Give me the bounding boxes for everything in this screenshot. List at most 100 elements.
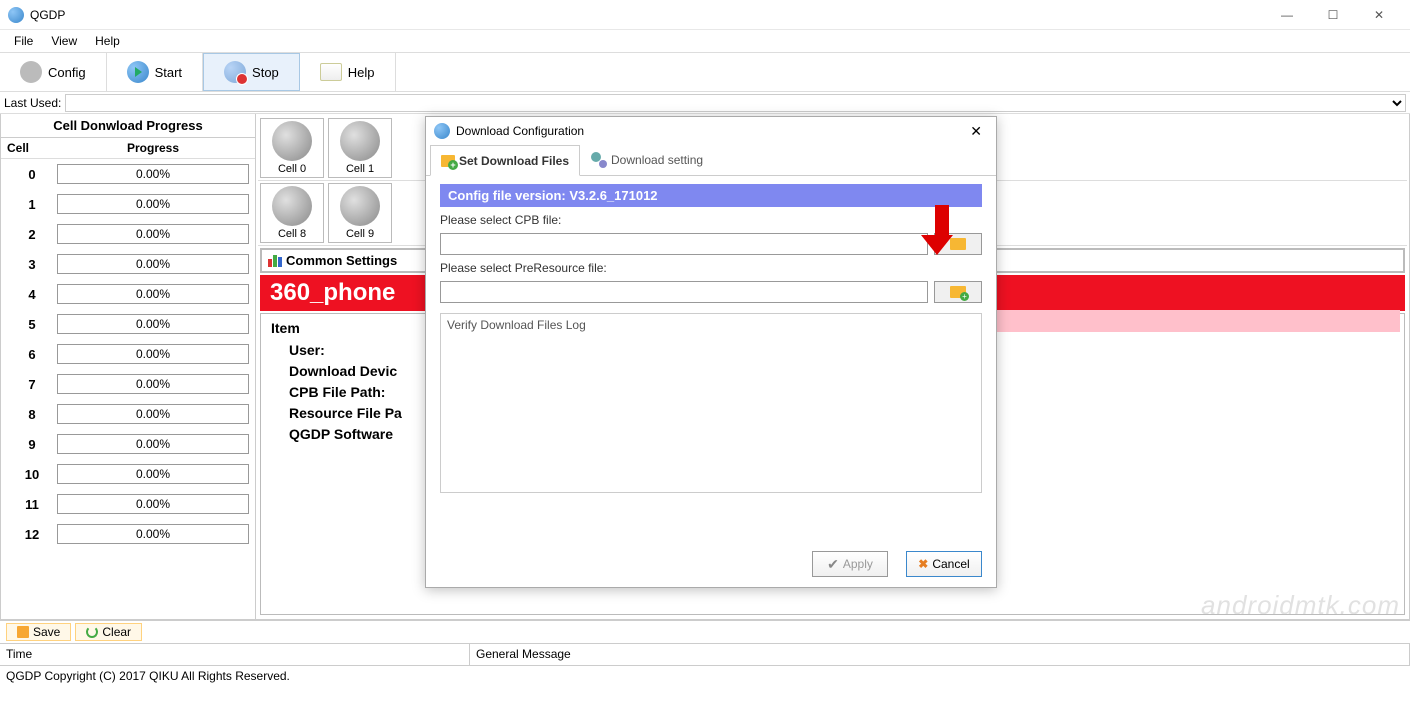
x-icon: ✖ — [918, 557, 928, 571]
progress-value: 0.00% — [57, 284, 249, 304]
save-button[interactable]: Save — [6, 623, 71, 641]
config-label: Config — [48, 65, 86, 80]
start-button[interactable]: Start — [107, 53, 203, 91]
cell-label: Cell 9 — [329, 228, 391, 240]
apply-button[interactable]: ✔ Apply — [812, 551, 888, 577]
dialog-icon — [434, 123, 450, 139]
cell-box[interactable]: Cell 9 — [328, 183, 392, 243]
cell-number: 3 — [7, 257, 57, 272]
cell-number: 4 — [7, 287, 57, 302]
left-panel-header: Cell Progress — [1, 138, 255, 159]
progress-value: 0.00% — [57, 524, 249, 544]
menu-file[interactable]: File — [6, 32, 41, 50]
stop-label: Stop — [252, 65, 279, 80]
globe-icon — [340, 186, 380, 226]
cpb-file-input[interactable] — [440, 233, 928, 255]
preresource-browse-button[interactable] — [934, 281, 982, 303]
book-icon — [320, 63, 342, 81]
annotation-arrow — [930, 205, 953, 255]
tab-download-setting[interactable]: Download setting — [580, 145, 714, 175]
cell-number: 6 — [7, 347, 57, 362]
cell-number: 9 — [7, 437, 57, 452]
col-message: General Message — [470, 644, 1410, 665]
stop-button[interactable]: Stop — [203, 53, 300, 91]
clear-label: Clear — [102, 625, 131, 639]
dialog-close-button[interactable]: ✕ — [964, 121, 988, 142]
progress-row: 100.00% — [1, 459, 255, 489]
cell-label: Cell 8 — [261, 228, 323, 240]
left-panel-title: Cell Donwload Progress — [1, 114, 255, 138]
menu-help[interactable]: Help — [87, 32, 128, 50]
refresh-icon — [86, 626, 98, 638]
folder-plus-icon — [441, 155, 455, 167]
header-progress: Progress — [51, 138, 255, 158]
cell-number: 2 — [7, 227, 57, 242]
cell-number: 1 — [7, 197, 57, 212]
last-used-select[interactable] — [65, 94, 1406, 112]
gears-icon — [591, 152, 607, 168]
cell-box[interactable]: Cell 0 — [260, 118, 324, 178]
clear-button[interactable]: Clear — [75, 623, 142, 641]
bottom-table-header: Time General Message — [0, 644, 1410, 666]
cancel-label: Cancel — [932, 557, 969, 571]
preresource-file-input[interactable] — [440, 281, 928, 303]
common-settings-label: Common Settings — [286, 253, 397, 268]
left-panel: Cell Donwload Progress Cell Progress 00.… — [0, 114, 256, 620]
toolbar: Config Start Stop Help — [0, 52, 1410, 92]
start-label: Start — [155, 65, 182, 80]
app-icon — [8, 7, 24, 23]
last-used-row: Last Used: — [0, 92, 1410, 114]
cell-label: Cell 1 — [329, 163, 391, 175]
col-time: Time — [0, 644, 470, 665]
progress-value: 0.00% — [57, 434, 249, 454]
progress-row: 110.00% — [1, 489, 255, 519]
cell-number: 11 — [7, 497, 57, 512]
cell-box[interactable]: Cell 8 — [260, 183, 324, 243]
check-icon: ✔ — [827, 556, 839, 573]
gear-icon — [20, 61, 42, 83]
close-button[interactable]: ✕ — [1356, 1, 1402, 29]
progress-value: 0.00% — [57, 344, 249, 364]
status-strip — [994, 310, 1400, 332]
progress-value: 0.00% — [57, 374, 249, 394]
cell-number: 8 — [7, 407, 57, 422]
tab-label: Download setting — [611, 153, 703, 167]
minimize-button[interactable]: — — [1264, 1, 1310, 29]
menu-view[interactable]: View — [43, 32, 85, 50]
cancel-button[interactable]: ✖ Cancel — [906, 551, 982, 577]
progress-row: 120.00% — [1, 519, 255, 549]
progress-value: 0.00% — [57, 194, 249, 214]
cell-number: 5 — [7, 317, 57, 332]
menu-bar: File View Help — [0, 30, 1410, 52]
cell-box[interactable]: Cell 1 — [328, 118, 392, 178]
title-bar: QGDP — ☐ ✕ — [0, 0, 1410, 30]
progress-value: 0.00% — [57, 164, 249, 184]
cell-number: 0 — [7, 167, 57, 182]
progress-row: 70.00% — [1, 369, 255, 399]
last-used-label: Last Used: — [4, 96, 61, 110]
bars-icon — [268, 255, 282, 267]
maximize-button[interactable]: ☐ — [1310, 1, 1356, 29]
download-config-dialog: Download Configuration ✕ Set Download Fi… — [425, 116, 997, 588]
progress-row: 00.00% — [1, 159, 255, 189]
cpb-file-label: Please select CPB file: — [440, 213, 982, 227]
progress-row: 80.00% — [1, 399, 255, 429]
status-bar: QGDP Copyright (C) 2017 QIKU All Rights … — [0, 666, 1410, 688]
dialog-title-bar[interactable]: Download Configuration ✕ — [426, 117, 996, 145]
progress-row: 60.00% — [1, 339, 255, 369]
left-panel-body[interactable]: 00.00%10.00%20.00%30.00%40.00%50.00%60.0… — [1, 159, 255, 619]
play-icon — [127, 61, 149, 83]
dialog-tabs: Set Download Files Download setting — [426, 145, 996, 176]
stop-icon — [224, 61, 246, 83]
progress-value: 0.00% — [57, 254, 249, 274]
tab-set-download-files[interactable]: Set Download Files — [430, 145, 580, 176]
globe-icon — [272, 186, 312, 226]
globe-icon — [272, 121, 312, 161]
apply-label: Apply — [843, 557, 873, 571]
help-label: Help — [348, 65, 375, 80]
progress-value: 0.00% — [57, 314, 249, 334]
progress-row: 30.00% — [1, 249, 255, 279]
config-button[interactable]: Config — [0, 53, 107, 91]
help-button[interactable]: Help — [300, 53, 396, 91]
progress-row: 50.00% — [1, 309, 255, 339]
